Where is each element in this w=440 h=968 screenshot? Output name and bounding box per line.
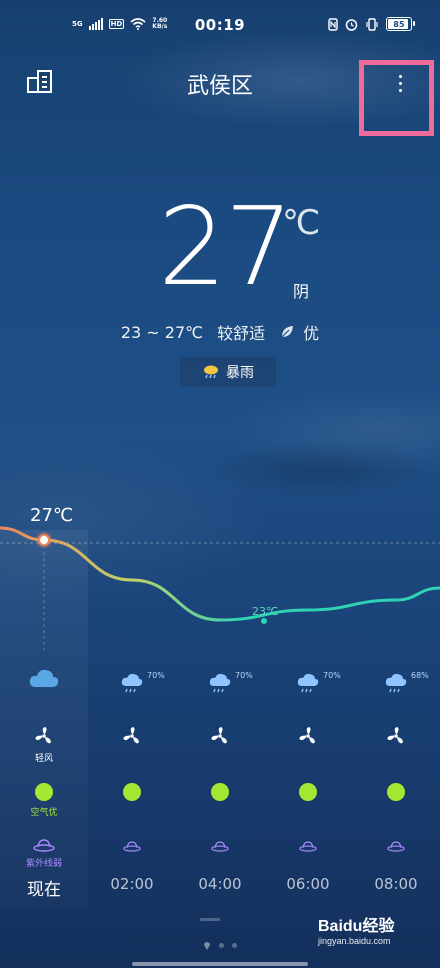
cloud-icon bbox=[28, 667, 60, 693]
home-indicator[interactable] bbox=[132, 962, 308, 966]
hour-weather: 70% bbox=[176, 665, 264, 705]
precip-probability: 70% bbox=[235, 671, 253, 680]
hour-uv bbox=[176, 837, 264, 873]
page-dot bbox=[232, 942, 237, 948]
aqi-dot-icon bbox=[299, 783, 317, 801]
low-point bbox=[261, 618, 267, 624]
leaf-icon bbox=[281, 326, 294, 338]
precip-probability: 68% bbox=[411, 671, 429, 680]
hour-uv bbox=[352, 837, 440, 873]
watermark-url: jingyan.baidu.com bbox=[318, 936, 391, 946]
hour-weather: 68% bbox=[352, 665, 440, 705]
comfort-level[interactable]: 较舒适 bbox=[217, 320, 265, 344]
hour-aqi bbox=[88, 783, 176, 823]
watermark-brand: Baidu经验 bbox=[318, 918, 395, 935]
wind-icon bbox=[176, 725, 264, 751]
status-bar: 5G HD 7.60 KB/s 00:19 85 bbox=[0, 0, 440, 52]
header: 武侯区 bbox=[0, 60, 440, 106]
precip-probability: 70% bbox=[147, 671, 165, 680]
aqi-label: 空气优 bbox=[30, 808, 58, 818]
hour-weather-now bbox=[0, 665, 88, 705]
hour-aqi bbox=[264, 783, 352, 823]
rain-icon bbox=[120, 673, 144, 699]
temp-label-low: 23℃ bbox=[252, 605, 279, 618]
nfc-icon bbox=[328, 17, 338, 31]
hour-wind bbox=[176, 725, 264, 765]
aqi-value: 优 bbox=[303, 324, 320, 343]
temperature-unit: ℃ bbox=[282, 203, 321, 243]
rain-icon bbox=[208, 673, 232, 699]
hour-wind bbox=[352, 725, 440, 765]
drawer-handle[interactable] bbox=[200, 918, 220, 921]
hour-time-now[interactable]: 现在 bbox=[0, 875, 88, 901]
hour-weather: 70% bbox=[88, 665, 176, 705]
hour-weather: 70% bbox=[264, 665, 352, 705]
hour-wind: 轻风 bbox=[0, 725, 88, 765]
detail-row: 23 ~ 27℃ 较舒适 优 bbox=[0, 320, 440, 344]
hour-uv bbox=[88, 837, 176, 873]
weather-alert[interactable]: 暴雨 bbox=[180, 357, 276, 387]
watermark: Baidu经验 jingyan.baidu.com bbox=[318, 912, 433, 962]
alert-text: 暴雨 bbox=[226, 365, 254, 381]
wind-icon bbox=[0, 725, 88, 751]
battery-level: 85 bbox=[393, 19, 405, 29]
hour-time[interactable]: 08:00 bbox=[352, 875, 440, 901]
aqi-dot-icon bbox=[123, 783, 141, 801]
rain-icon bbox=[296, 673, 320, 699]
hour-wind bbox=[88, 725, 176, 765]
uv-hat-icon bbox=[264, 837, 352, 856]
precip-probability: 70% bbox=[323, 671, 341, 680]
hour-aqi bbox=[352, 783, 440, 823]
aqi-dot-icon bbox=[211, 783, 229, 801]
rain-icon bbox=[384, 673, 408, 699]
location-pin-icon bbox=[204, 942, 210, 950]
hour-uv: 紫外线弱 bbox=[0, 837, 88, 873]
battery-icon: 85 bbox=[386, 17, 415, 31]
wind-icon bbox=[264, 725, 352, 751]
hour-time[interactable]: 06:00 bbox=[264, 875, 352, 901]
temp-curve-line bbox=[0, 526, 440, 622]
wind-label: 轻风 bbox=[34, 754, 53, 764]
aqi-dot-icon bbox=[35, 783, 53, 801]
city-title[interactable]: 武侯区 bbox=[0, 68, 440, 100]
vibrate-icon bbox=[366, 17, 378, 31]
hour-wind bbox=[264, 725, 352, 765]
hour-time[interactable]: 02:00 bbox=[88, 875, 176, 901]
current-point bbox=[38, 534, 50, 546]
page-dot bbox=[219, 942, 224, 948]
temp-label-high: 27℃ bbox=[30, 505, 74, 526]
uv-hat-icon bbox=[88, 837, 176, 856]
uv-hat-icon bbox=[176, 837, 264, 856]
temp-range: 23 ~ 27℃ bbox=[120, 322, 204, 342]
uv-hat-icon bbox=[0, 837, 88, 856]
weather-condition: 阴 bbox=[293, 282, 310, 301]
status-right: 85 bbox=[328, 17, 415, 31]
aqi-dot-icon bbox=[387, 783, 405, 801]
hour-time[interactable]: 04:00 bbox=[176, 875, 264, 901]
hour-aqi bbox=[176, 783, 264, 823]
alarm-icon bbox=[345, 18, 358, 31]
aqi-summary[interactable]: 优 bbox=[279, 320, 319, 344]
hour-aqi: 空气优 bbox=[0, 783, 88, 823]
uv-hat-icon bbox=[352, 837, 440, 856]
more-button[interactable] bbox=[385, 66, 415, 100]
hour-uv bbox=[264, 837, 352, 873]
uv-label: 紫外线弱 bbox=[25, 859, 62, 869]
current-temperature: 27 bbox=[158, 185, 293, 310]
wind-icon bbox=[88, 725, 176, 751]
rainstorm-warning-icon bbox=[204, 365, 218, 379]
more-vertical-icon bbox=[398, 74, 402, 78]
wind-icon bbox=[352, 725, 440, 751]
